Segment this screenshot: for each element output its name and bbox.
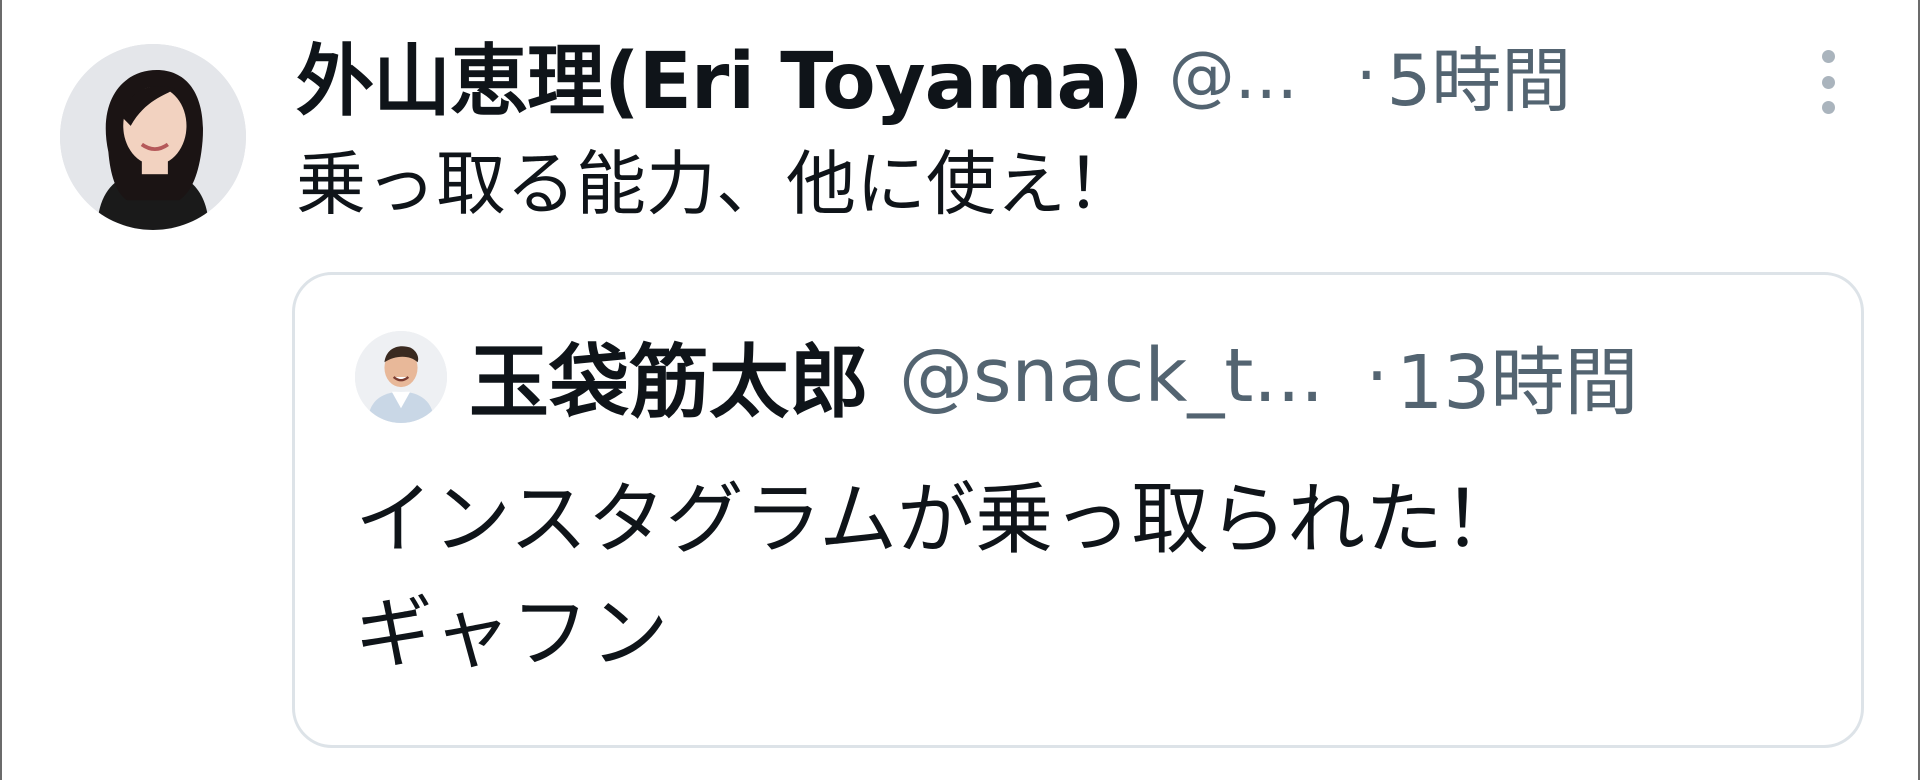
quoted-tweet[interactable]: 玉袋筋太郎 @snack_t... · 13時間 インスタグラムが乗っ取られた！… <box>292 272 1864 748</box>
quoted-header-separator: · <box>1365 335 1389 417</box>
quoted-author-handle[interactable]: @snack_t... <box>899 333 1324 419</box>
quoted-author-avatar[interactable] <box>355 331 447 423</box>
more-dot <box>1821 101 1835 114</box>
more-dot <box>1821 50 1835 63</box>
profile-photo-man-icon <box>355 331 447 423</box>
author-handle[interactable]: @... <box>1169 37 1298 114</box>
quoted-tweet-text-line: インスタグラムが乗っ取られた！ <box>355 475 1522 565</box>
tweet-header: 外山恵理(Eri Toyama) @... · 5時間 <box>296 20 1856 130</box>
quoted-tweet-timestamp[interactable]: 13時間 <box>1396 323 1638 430</box>
more-dot <box>1821 75 1835 89</box>
quoted-tweet-text: インスタグラムが乗っ取られた！ ギャフン <box>355 463 1521 691</box>
tweet-timestamp[interactable]: 5時間 <box>1387 25 1572 126</box>
more-vertical-icon[interactable] <box>1816 50 1840 114</box>
author-display-name[interactable]: 外山恵理(Eri Toyama) <box>296 19 1144 131</box>
quoted-tweet-header: 玉袋筋太郎 @snack_t... · 13時間 <box>469 311 1638 441</box>
author-avatar[interactable] <box>60 44 246 230</box>
tweet-text: 乗っ取る能力、他に使え！ <box>296 143 1136 225</box>
quoted-author-display-name[interactable]: 玉袋筋太郎 <box>469 318 869 434</box>
header-separator: · <box>1355 36 1377 114</box>
profile-photo-woman-icon <box>60 44 246 230</box>
quoted-tweet-text-line: ギャフン <box>355 589 669 679</box>
tweet-card[interactable]: 外山恵理(Eri Toyama) @... · 5時間 乗っ取る能力、他に使え！… <box>0 0 1920 780</box>
